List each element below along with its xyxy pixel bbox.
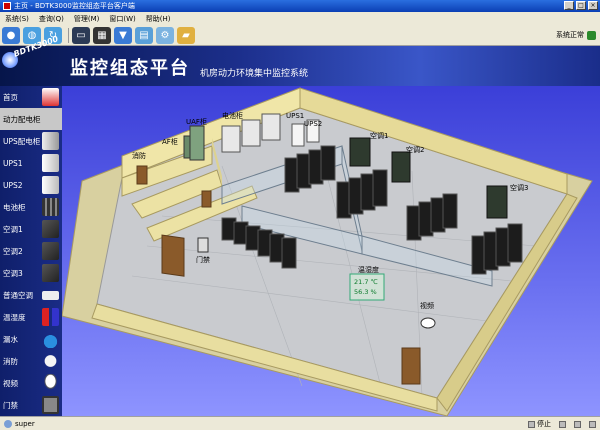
close-button[interactable]: × <box>588 1 598 10</box>
label-fire: 消防 <box>132 151 146 160</box>
label-ac3: 空调3 <box>510 183 528 192</box>
menu-system[interactable]: 系统(S) <box>0 14 34 24</box>
sidebar-item-fire[interactable]: 消防 <box>0 350 62 372</box>
tray-icon-2[interactable] <box>574 420 581 428</box>
label-ac2: 空调2 <box>406 145 424 154</box>
sidebar-item-temp-humidity[interactable]: 温湿度 <box>0 306 62 328</box>
smoke-detector-icon <box>42 352 59 370</box>
split-aircon-icon <box>42 291 59 300</box>
sidebar-item-split-ac[interactable]: 普通空调 <box>0 284 62 306</box>
battery-cabinet-2[interactable] <box>241 119 261 147</box>
aircon2-icon <box>42 242 59 260</box>
camera-icon <box>42 374 59 392</box>
header-banner: BDTK3000 监控组态平台 机房动力环境集中监控系统 <box>0 34 600 86</box>
ac3-unit[interactable] <box>486 185 508 219</box>
aircon1-icon <box>42 220 59 238</box>
sidebar-item-home[interactable]: 首页 <box>0 86 62 108</box>
tag-tool-icon[interactable]: ▼ <box>114 26 132 44</box>
sidebar: 首页 动力配电柜 UPS配电柜 UPS1 UPS2 电池柜 空调1 空调2 空调… <box>0 86 62 416</box>
status-bar: super 停止 <box>0 416 600 430</box>
sidebar-item-battery[interactable]: 电池柜 <box>0 196 62 218</box>
menu-query[interactable]: 查询(Q) <box>34 14 69 24</box>
label-battery: 电池柜 <box>222 111 243 120</box>
sidebar-item-power-cabinet[interactable]: 动力配电柜 <box>0 108 62 130</box>
sidebar-item-door-access[interactable]: 门禁 <box>0 394 62 416</box>
minimize-button[interactable]: _ <box>564 1 574 10</box>
tray-icon-1[interactable] <box>559 420 566 428</box>
label-door: 门禁 <box>196 255 210 264</box>
logo: BDTK3000 <box>0 34 62 78</box>
network-tool-icon[interactable]: ⚙ <box>156 26 174 44</box>
sidebar-item-water-leak[interactable]: 漏水 <box>0 328 62 350</box>
sidebar-item-video[interactable]: 视频 <box>0 372 62 394</box>
door-inner <box>201 190 212 208</box>
floorplan-view: 消防 AF柜 UAF柜 电池柜 UPS1 UPS2 空调1 空调2 空调3 门禁… <box>61 86 600 417</box>
label-video: 视频 <box>420 301 434 310</box>
sidebar-item-ac2[interactable]: 空调2 <box>0 240 62 262</box>
ups1-unit[interactable] <box>291 123 305 147</box>
battery-cabinet-1[interactable] <box>221 125 241 153</box>
system-status-text: 系统正常 <box>556 31 584 39</box>
battery-cabinet-3[interactable] <box>261 113 281 141</box>
label-ups1: UPS1 <box>286 112 304 120</box>
sidebar-item-ac3[interactable]: 空调3 <box>0 262 62 284</box>
card-tool-icon[interactable]: ▤ <box>135 26 153 44</box>
door-fire-room <box>136 165 148 185</box>
menu-help[interactable]: 帮助(H) <box>141 14 176 24</box>
ac2-unit[interactable] <box>391 151 411 183</box>
sidebar-item-ups-cabinet[interactable]: UPS配电柜 <box>0 130 62 152</box>
page-title: 监控组态平台 <box>70 58 190 79</box>
ups2-icon <box>42 176 59 194</box>
sidebar-item-ups1[interactable]: UPS1 <box>0 152 62 174</box>
uaf-cabinet[interactable] <box>189 125 205 161</box>
title-bar: 主页 - BDTK3000监控组态平台客户端 _ □ × <box>0 0 600 12</box>
user-tool-icon[interactable]: ● <box>2 26 20 44</box>
maximize-button[interactable]: □ <box>576 1 586 10</box>
toolbar: ● ◍ ↻ ▭ ▦ ▼ ▤ ⚙ ▰ 系统正常 <box>0 25 600 46</box>
water-drop-icon <box>42 330 59 348</box>
floorplan-3d: 消防 AF柜 UAF柜 电池柜 UPS1 UPS2 空调1 空调2 空调3 门禁… <box>61 87 593 417</box>
sidebar-item-ac1[interactable]: 空调1 <box>0 218 62 240</box>
user-icon <box>4 419 12 428</box>
current-user: super <box>15 419 35 428</box>
system-status: 系统正常 <box>556 30 596 40</box>
ac1-unit[interactable] <box>349 137 371 167</box>
stop-control[interactable]: 停止 <box>528 419 551 429</box>
status-led-icon <box>587 30 596 40</box>
film-tool-icon[interactable]: ▦ <box>93 26 111 44</box>
humidity-value: 56.3 % <box>354 288 377 296</box>
menu-manage[interactable]: 管理(M) <box>69 14 105 24</box>
ups-cabinet-icon <box>42 132 59 150</box>
ups1-icon <box>42 154 59 172</box>
menu-window[interactable]: 窗口(W) <box>104 14 140 24</box>
label-temp: 温湿度 <box>358 265 379 274</box>
stop-icon <box>528 420 535 428</box>
temperature-value: 21.7 ℃ <box>354 278 378 286</box>
label-uaf: UAF柜 <box>186 117 207 126</box>
sidebar-item-ups2[interactable]: UPS2 <box>0 174 62 196</box>
page-subtitle: 机房动力环境集中监控系统 <box>200 69 309 79</box>
door-access-device[interactable] <box>197 237 209 253</box>
tray-icon-3[interactable] <box>589 420 596 428</box>
app-icon <box>3 2 11 10</box>
folder-tool-icon[interactable]: ▰ <box>177 26 195 44</box>
aircon3-icon <box>42 264 59 282</box>
label-ac1: 空调1 <box>370 131 388 140</box>
camera-device[interactable] <box>420 317 436 329</box>
menu-bar: 系统(S) 查询(Q) 管理(M) 窗口(W) 帮助(H) <box>0 12 600 25</box>
monitor-tool-icon[interactable]: ▭ <box>72 26 90 44</box>
label-ups2: UPS2 <box>304 120 322 128</box>
home-icon <box>42 88 59 106</box>
window-title: 主页 - BDTK3000监控组态平台客户端 <box>14 2 135 10</box>
door-front <box>401 347 421 385</box>
battery-icon <box>42 198 59 216</box>
door-left <box>161 234 185 277</box>
app-window: 主页 - BDTK3000监控组态平台客户端 _ □ × 系统(S) 查询(Q)… <box>0 0 600 430</box>
label-af: AF柜 <box>162 137 178 146</box>
thermometer-icon <box>42 308 59 326</box>
door-access-icon <box>42 396 59 414</box>
